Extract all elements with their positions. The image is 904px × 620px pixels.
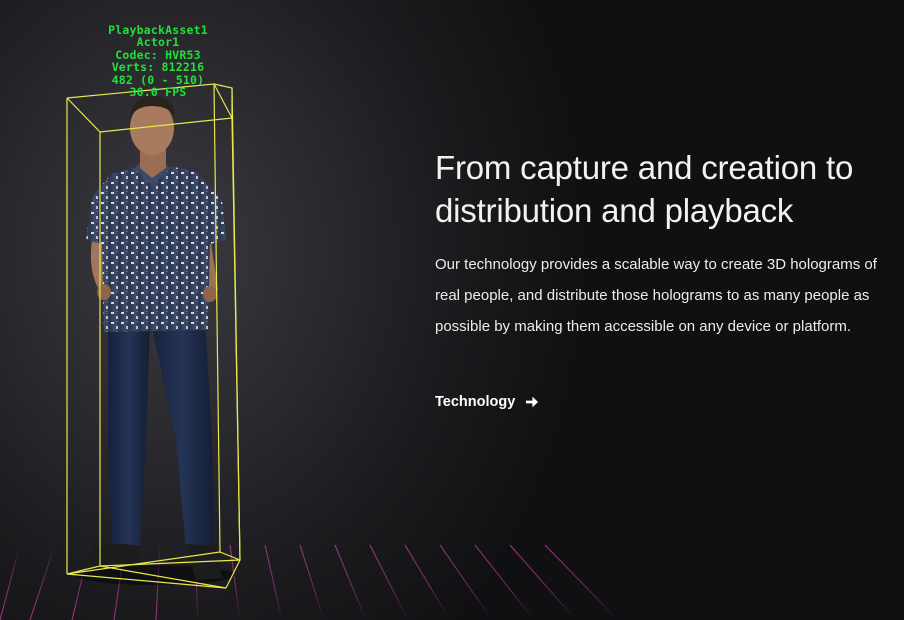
arrow-right-icon: [526, 396, 539, 408]
hologram-person: [75, 96, 235, 585]
technology-link[interactable]: Technology: [435, 394, 539, 410]
hud-actor-name: Actor1: [136, 35, 180, 50]
hero-content: From capture and creation to distributio…: [435, 146, 895, 411]
page: PlaybackAsset1 Actor1 Codec: HVR53 Verts…: [0, 0, 904, 620]
hud-verts: Verts: 812216: [111, 60, 205, 75]
technology-link-label: Technology: [435, 394, 516, 410]
hud-fps: 30.0 FPS: [129, 85, 187, 100]
headline: From capture and creation to distributio…: [435, 146, 895, 232]
description-text: Our technology provides a scalable way t…: [435, 256, 877, 335]
headline-line-1: From capture and creation to: [435, 149, 854, 186]
playback-hud: PlaybackAsset1 Actor1 Codec: HVR53 Verts…: [88, 24, 228, 100]
headline-line-2: distribution and playback: [435, 192, 794, 229]
